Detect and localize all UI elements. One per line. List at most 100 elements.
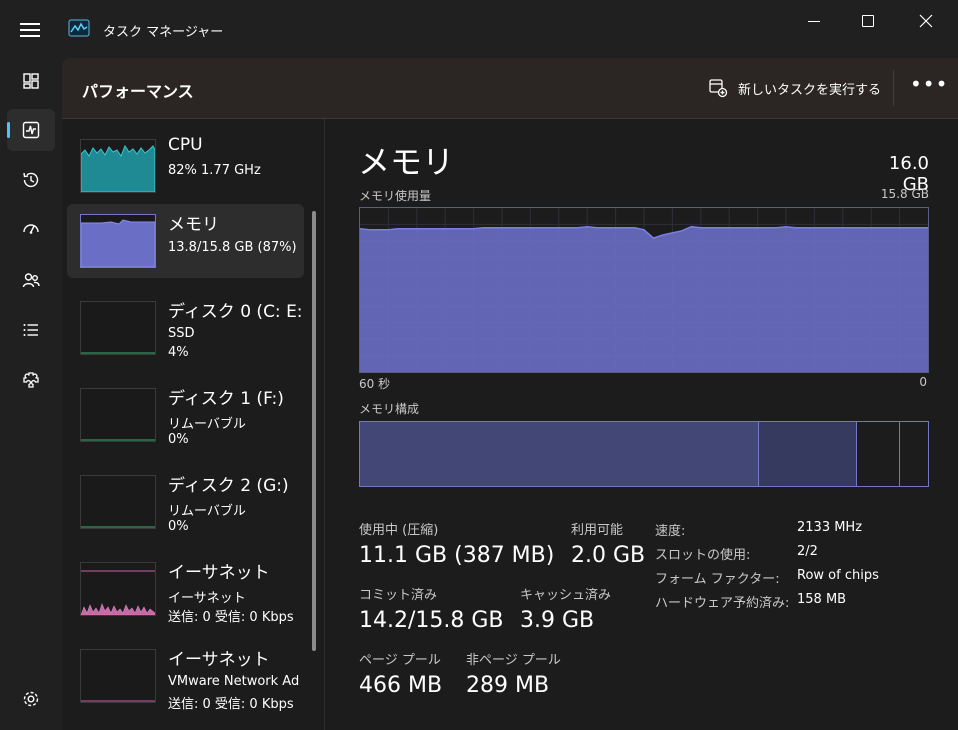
cached-value: 3.9 GB <box>520 608 595 633</box>
list-item-value: 送信: 0 受信: 0 Kbps <box>168 697 294 712</box>
nav-settings[interactable] <box>7 678 55 720</box>
list-item-subtitle: イーサネット <box>168 591 246 606</box>
list-item-disk-2[interactable]: ディスク 2 (G:) リムーバブル 0% <box>67 465 304 539</box>
in-use-value: 11.1 GB (387 MB) <box>359 543 555 568</box>
header-divider <box>893 70 894 106</box>
content-panel: パフォーマンス 新しいタスクを実行する ••• CPU 82% 1.77 GHz… <box>62 58 958 730</box>
nav-services[interactable] <box>7 359 55 401</box>
ethernet-thumbnail <box>80 562 156 616</box>
nav-app-history[interactable] <box>7 159 55 201</box>
more-options-button[interactable]: ••• <box>910 74 947 100</box>
list-item-title: イーサネット <box>168 563 270 583</box>
run-new-task-button[interactable]: 新しいタスクを実行する <box>708 76 881 100</box>
cpu-thumbnail <box>80 139 156 193</box>
list-item-disk-0[interactable]: ディスク 0 (C: E: D SSD 4% <box>67 291 304 365</box>
list-item-value: 送信: 0 受信: 0 Kbps <box>168 610 294 625</box>
committed-value: 14.2/15.8 GB <box>359 608 504 633</box>
form-factor-key: フォーム ファクター: <box>655 572 780 587</box>
nav-performance[interactable] <box>7 109 55 151</box>
list-item-subtitle: 82% 1.77 GHz <box>168 163 261 178</box>
new-task-icon <box>709 79 728 98</box>
run-new-task-label: 新しいタスクを実行する <box>738 82 882 98</box>
services-icon <box>23 372 39 388</box>
maximize-button[interactable] <box>848 6 888 36</box>
task-manager-app-icon <box>68 19 90 37</box>
settings-icon <box>23 691 39 707</box>
list-item-cpu[interactable]: CPU 82% 1.77 GHz <box>67 129 304 203</box>
list-item-title: ディスク 1 (F:) <box>168 389 284 409</box>
memory-title: メモリ <box>358 143 455 181</box>
form-factor-value: Row of chips <box>797 568 879 583</box>
memory-thumbnail <box>80 214 156 268</box>
chart-axis-left-label: 60 秒 <box>359 377 391 391</box>
speed-key: 速度: <box>655 524 686 539</box>
list-item-title: CPU <box>168 135 203 155</box>
list-item-subtitle: リムーバブル <box>168 417 246 432</box>
list-item-title: メモリ <box>168 215 219 235</box>
memory-usage-area <box>360 226 928 372</box>
slots-used-value: 2/2 <box>797 544 818 559</box>
minimize-button[interactable] <box>794 6 834 36</box>
details-icon <box>23 324 38 336</box>
list-item-subtitle: 13.8/15.8 GB (87%) <box>168 240 297 255</box>
memory-composition-label: メモリ構成 <box>359 402 420 416</box>
list-item-ethernet[interactable]: イーサネット イーサネット 送信: 0 受信: 0 Kbps <box>67 552 304 626</box>
disk-1-thumbnail <box>80 388 156 442</box>
composition-segment-modified <box>759 422 857 486</box>
paged-pool-value: 466 MB <box>359 673 443 698</box>
list-item-memory[interactable]: メモリ 13.8/15.8 GB (87%) <box>67 204 304 278</box>
list-item-subtitle: リムーバブル <box>168 504 246 519</box>
committed-label: コミット済み <box>359 588 438 603</box>
paged-pool-label: ページ プール <box>359 653 441 668</box>
list-item-value: 0% <box>168 432 189 447</box>
list-scrollbar[interactable] <box>312 211 316 651</box>
disk-0-thumbnail <box>80 301 156 355</box>
nav-rail <box>0 58 62 730</box>
nonpaged-pool-value: 289 MB <box>466 673 550 698</box>
slots-used-key: スロットの使用: <box>655 548 751 563</box>
list-item-subtitle: SSD <box>168 326 195 341</box>
close-icon <box>919 14 933 28</box>
maximize-icon <box>862 15 874 27</box>
available-value: 2.0 GB <box>571 543 646 568</box>
history-icon <box>23 172 39 188</box>
nav-processes[interactable] <box>7 60 55 102</box>
hardware-reserved-value: 158 MB <box>797 592 847 607</box>
disk-2-thumbnail <box>80 475 156 529</box>
list-item-title: イーサネット <box>168 650 270 670</box>
nav-details[interactable] <box>7 309 55 351</box>
app-title: タスク マネージャー <box>103 25 224 40</box>
memory-usage-max: 15.8 GB <box>880 187 929 201</box>
memory-usage-chart <box>359 207 929 373</box>
list-item-disk-1[interactable]: ディスク 1 (F:) リムーバブル 0% <box>67 378 304 452</box>
memory-usage-label: メモリ使用量 <box>359 189 432 203</box>
close-button[interactable] <box>906 6 946 36</box>
nonpaged-pool-label: 非ページ プール <box>466 653 561 668</box>
vmware-ethernet-thumbnail <box>80 649 156 703</box>
nav-startup[interactable] <box>7 209 55 251</box>
composition-segment-free <box>899 422 928 486</box>
available-label: 利用可能 <box>571 523 624 538</box>
composition-segment-in-use <box>360 422 760 486</box>
users-icon <box>22 273 40 288</box>
hardware-reserved-key: ハードウェア予約済み: <box>655 596 790 611</box>
list-item-vmware-ethernet[interactable]: イーサネット VMware Network Ad 送信: 0 受信: 0 Kbp… <box>67 639 304 713</box>
in-use-label: 使用中 (圧縮) <box>359 523 439 538</box>
memory-composition-bar <box>359 421 929 487</box>
nav-users[interactable] <box>7 259 55 301</box>
hamburger-menu-icon[interactable] <box>18 20 42 40</box>
memory-detail-panel: メモリ 16.0 GB メモリ使用量 15.8 GB 60 秒 0 メモリ構成 … <box>325 119 958 730</box>
chart-axis-right-label: 0 <box>919 375 927 389</box>
list-item-value: 0% <box>168 519 189 534</box>
dashboard-icon <box>23 73 39 89</box>
minimize-icon <box>808 20 820 22</box>
list-item-value: 4% <box>168 345 189 360</box>
list-item-subtitle: VMware Network Ad <box>168 674 300 689</box>
list-item-title: ディスク 2 (G:) <box>168 476 289 496</box>
page-header: パフォーマンス 新しいタスクを実行する ••• <box>62 58 958 119</box>
list-item-title: ディスク 0 (C: E: D <box>168 302 304 322</box>
cached-label: キャッシュ済み <box>520 588 612 603</box>
page-title: パフォーマンス <box>82 82 194 101</box>
startup-icon <box>23 224 39 234</box>
title-bar: タスク マネージャー <box>0 0 958 58</box>
